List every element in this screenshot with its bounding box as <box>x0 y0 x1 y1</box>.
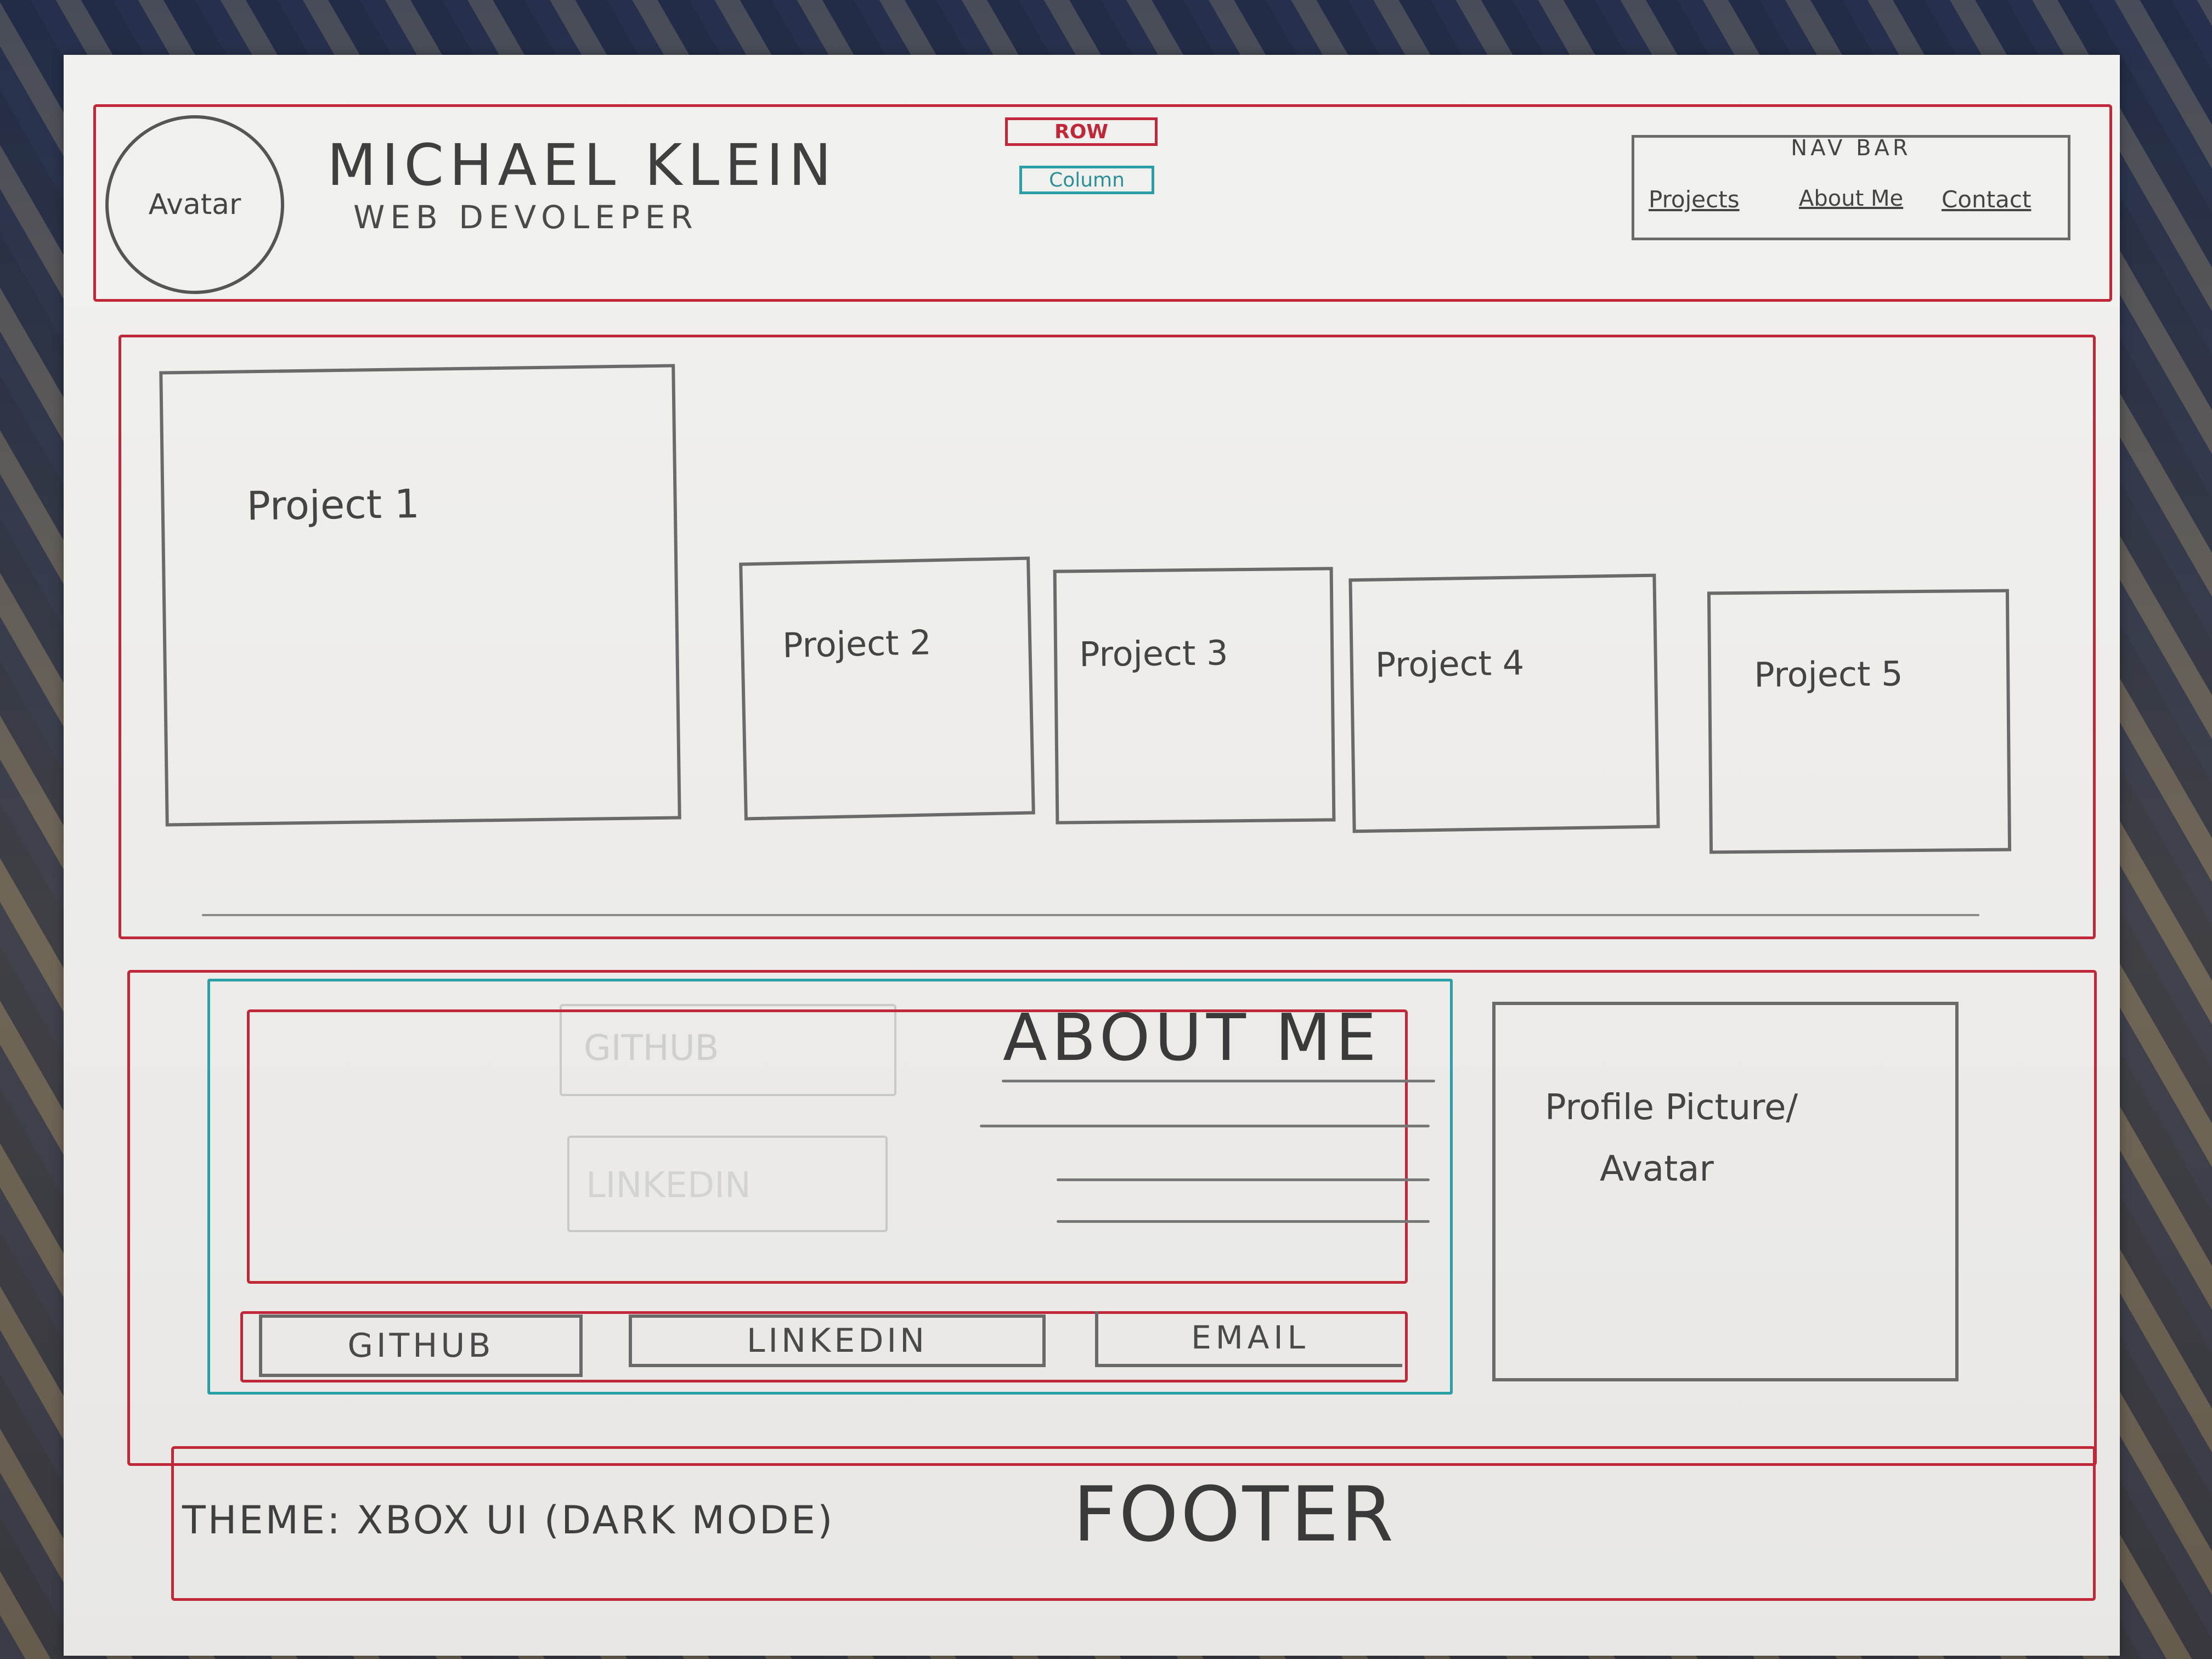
linkedin-button[interactable]: LINKEDIN <box>629 1314 1046 1367</box>
about-heading-underline <box>1002 1080 1435 1082</box>
footer-label: FOOTER <box>1073 1470 1396 1559</box>
project-card-1[interactable]: Project 1 <box>159 364 681 827</box>
profile-avatar-label: Avatar <box>1600 1149 1714 1189</box>
sketch-paper: Avatar MICHAEL KLEIN WEB DEVOLEPER ROW C… <box>64 55 2120 1656</box>
footer-theme-note: THEME: XBOX UI (DARK MODE) <box>182 1498 835 1543</box>
github-button[interactable]: GITHUB <box>259 1314 583 1377</box>
email-button[interactable]: EMAIL <box>1095 1311 1402 1367</box>
github-button-label: GITHUB <box>347 1327 494 1365</box>
column-tag: Column <box>1019 166 1154 194</box>
row-tag-label: ROW <box>1054 120 1109 143</box>
nav-item-about-me[interactable]: About Me <box>1799 186 1903 211</box>
site-title: MICHAEL KLEIN <box>327 132 837 199</box>
avatar[interactable]: Avatar <box>105 115 284 294</box>
project-2-label: Project 2 <box>782 622 932 665</box>
profile-picture: Profile Picture/ Avatar <box>1492 1002 1959 1381</box>
section-divider <box>202 914 1979 916</box>
about-text-line-3 <box>1057 1220 1430 1223</box>
project-card-5[interactable]: Project 5 <box>1707 589 2012 854</box>
nav-bar: NAV BAR Projects About Me Contact <box>1632 135 2070 240</box>
nav-item-projects[interactable]: Projects <box>1649 186 1740 213</box>
about-text-line-1 <box>980 1125 1430 1127</box>
nav-item-contact[interactable]: Contact <box>1942 186 2031 213</box>
about-text-line-2 <box>1057 1178 1430 1181</box>
row-tag: ROW <box>1005 117 1158 146</box>
column-tag-label: Column <box>1049 168 1125 191</box>
about-heading: ABOUT ME <box>1003 1000 1381 1075</box>
project-5-label: Project 5 <box>1753 653 1903 695</box>
nav-bar-title: NAV BAR <box>1791 136 1911 161</box>
project-1-label: Project 1 <box>246 481 420 529</box>
linkedin-button-label: LINKEDIN <box>746 1322 928 1360</box>
avatar-label: Avatar <box>148 188 241 221</box>
project-card-3[interactable]: Project 3 <box>1053 567 1336 825</box>
project-card-4[interactable]: Project 4 <box>1348 573 1660 833</box>
profile-picture-label: Profile Picture/ <box>1545 1087 1798 1128</box>
project-3-label: Project 3 <box>1079 633 1228 675</box>
project-4-label: Project 4 <box>1375 642 1525 685</box>
site-subtitle: WEB DEVOLEPER <box>353 199 698 236</box>
project-card-2[interactable]: Project 2 <box>739 556 1035 821</box>
email-button-label: EMAIL <box>1191 1319 1310 1356</box>
